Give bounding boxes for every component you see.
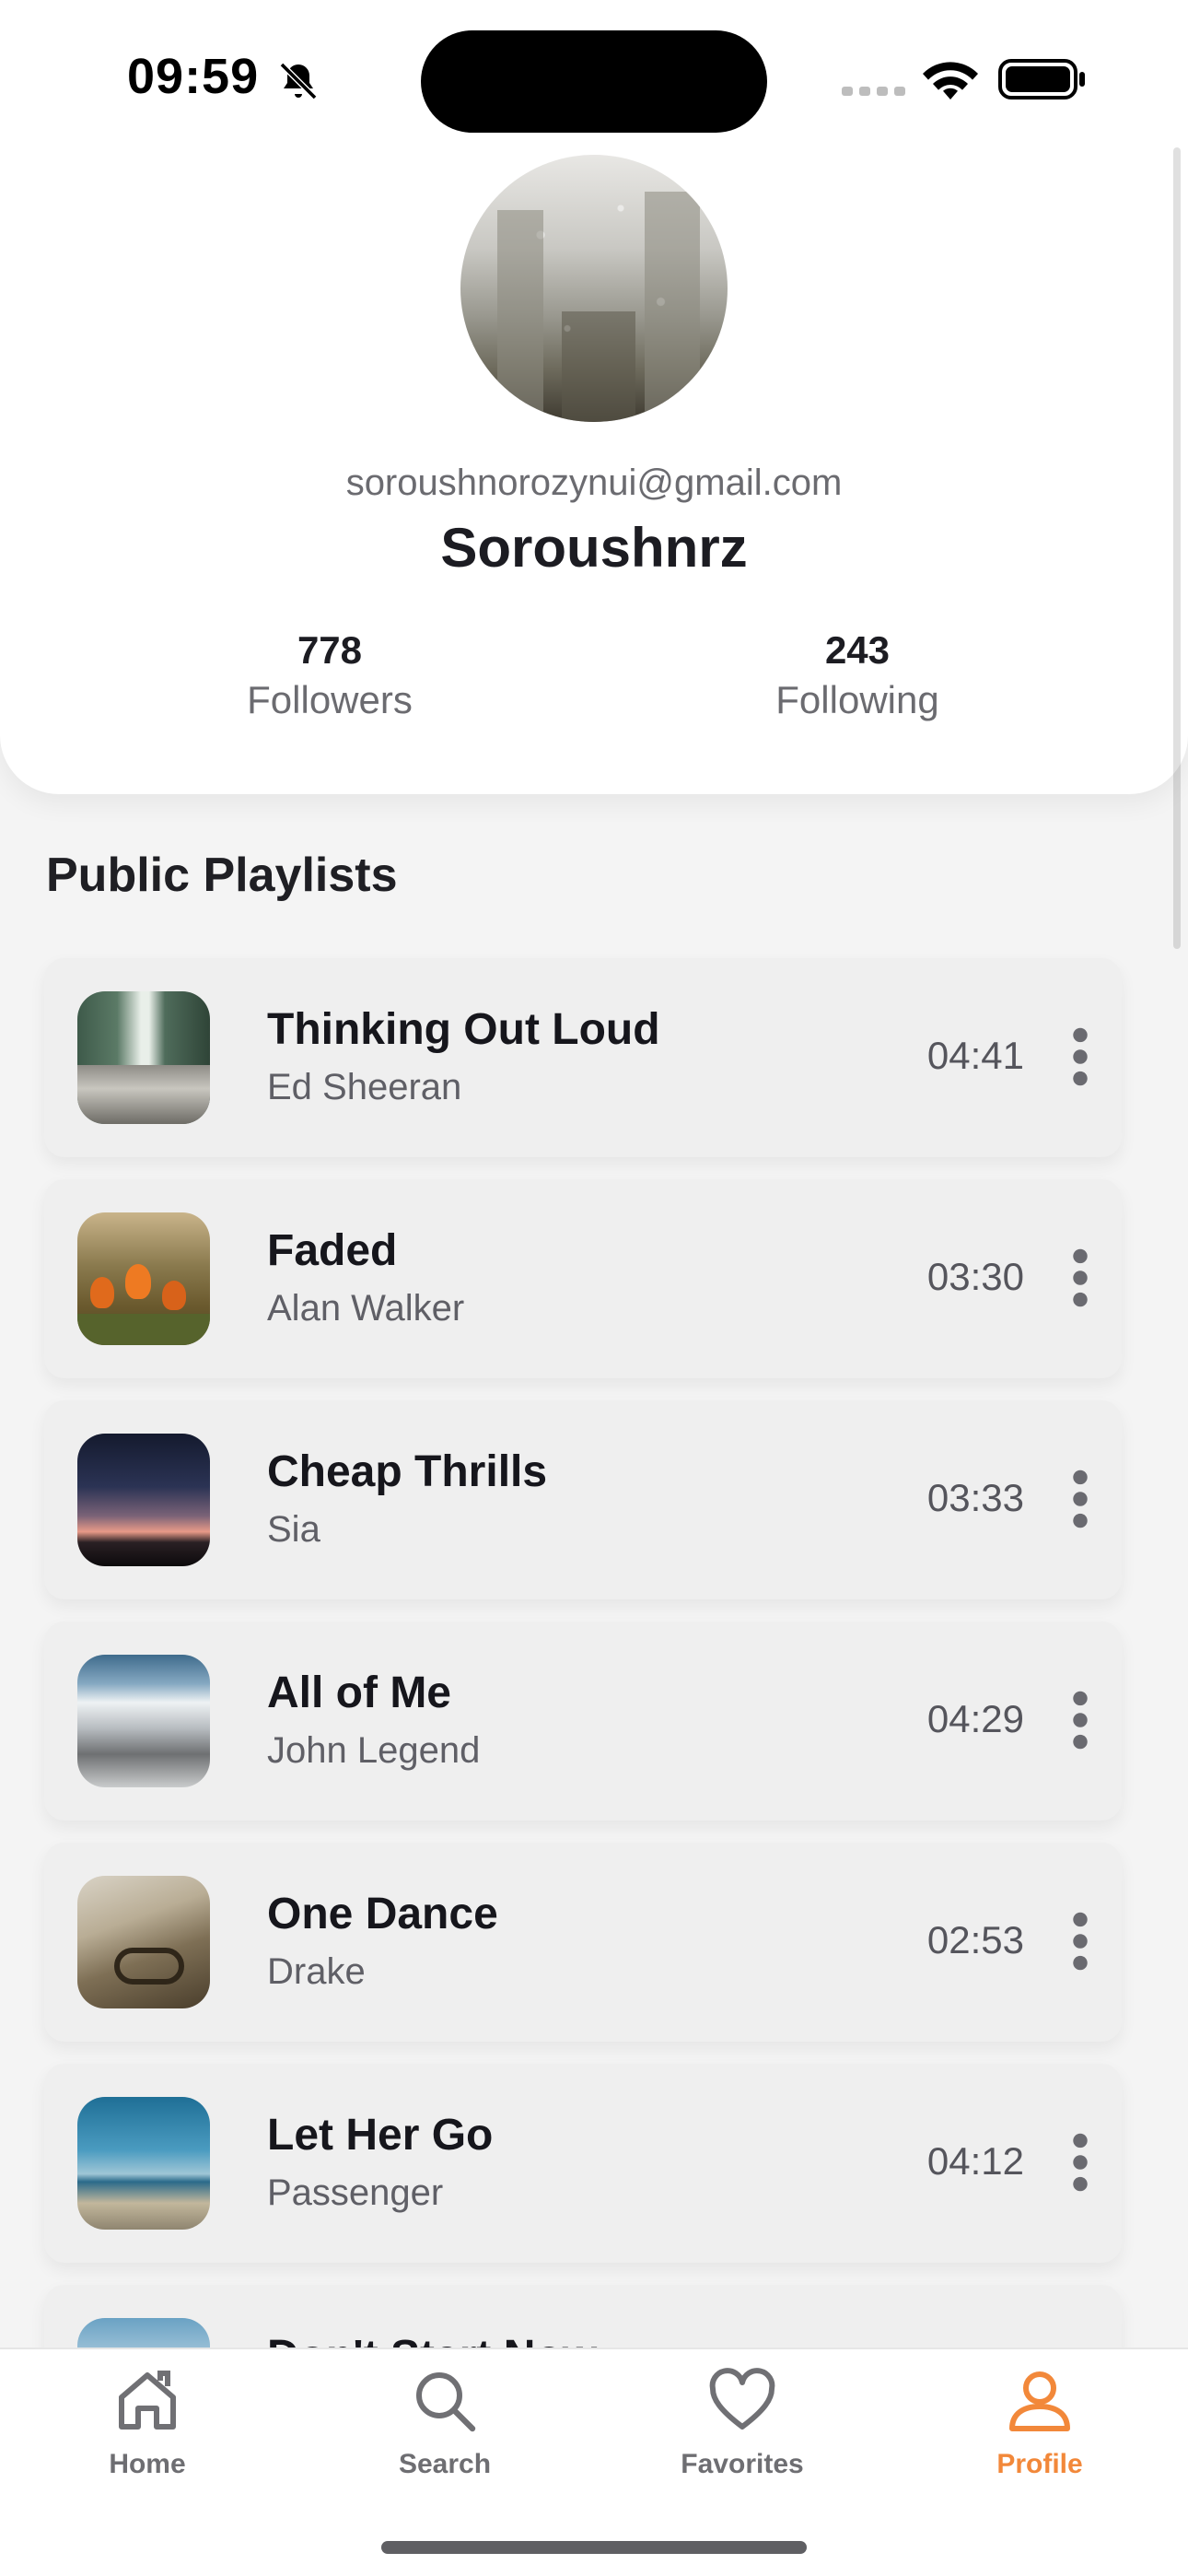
track-row[interactable]: Let Her Go Passenger 04:12 — [44, 2064, 1122, 2263]
track-title: Cheap Thrills — [267, 1447, 548, 1496]
track-thumbnail — [77, 1212, 210, 1345]
more-options-icon[interactable] — [1066, 1247, 1094, 1308]
bell-slash-icon — [279, 62, 318, 100]
nav-search[interactable]: Search — [353, 2364, 537, 2480]
nav-profile-label: Profile — [996, 2449, 1083, 2479]
track-row[interactable]: Cheap Thrills Sia 03:33 — [44, 1400, 1122, 1599]
nav-home[interactable]: Home — [55, 2364, 239, 2480]
home-indicator — [381, 2541, 807, 2554]
track-title: All of Me — [267, 1669, 451, 1717]
status-bar: 09:59 — [0, 0, 1188, 147]
track-title: One Dance — [267, 1890, 498, 1938]
more-options-icon[interactable] — [1066, 1690, 1094, 1751]
track-row[interactable]: One Dance Drake 02:53 — [44, 1843, 1122, 2042]
profile-name: Soroushnrz — [440, 517, 748, 579]
track-row[interactable]: Thinking Out Loud Ed Sheeran 04:41 — [44, 958, 1122, 1157]
track-duration: 03:33 — [926, 1476, 1024, 1519]
track-artist: Ed Sheeran — [267, 1067, 462, 1107]
track-artist: Passenger — [267, 2172, 444, 2213]
playlist-list: Thinking Out Loud Ed Sheeran 04:41 Faded… — [44, 958, 1122, 2506]
nav-favorites-label: Favorites — [681, 2449, 804, 2479]
track-artist: John Legend — [267, 1730, 481, 1771]
track-duration: 03:30 — [926, 1255, 1024, 1298]
track-thumbnail — [77, 2097, 210, 2230]
track-duration: 04:12 — [926, 2139, 1024, 2183]
more-options-icon[interactable] — [1066, 1026, 1094, 1087]
following-stat[interactable]: 243 Following — [673, 628, 1042, 722]
track-artist: Sia — [267, 1509, 320, 1550]
home-icon — [119, 2371, 176, 2430]
avatar[interactable] — [460, 155, 728, 422]
following-label: Following — [775, 678, 939, 721]
user-icon — [1009, 2371, 1070, 2431]
scrollbar[interactable] — [1173, 147, 1181, 949]
section-title: Public Playlists — [46, 849, 398, 902]
track-duration: 04:29 — [926, 1697, 1024, 1740]
battery-icon — [998, 59, 1085, 100]
search-icon — [416, 2372, 476, 2432]
nav-favorites[interactable]: Favorites — [650, 2364, 834, 2480]
track-thumbnail — [77, 991, 210, 1124]
profile-email: soroushnorozynui@gmail.com — [345, 463, 843, 503]
nav-profile[interactable]: Profile — [948, 2364, 1132, 2480]
heart-icon — [709, 2368, 775, 2430]
track-duration: 04:41 — [926, 1034, 1024, 1077]
nav-home-label: Home — [109, 2449, 186, 2479]
track-thumbnail — [77, 1655, 210, 1787]
track-title: Thinking Out Loud — [267, 1005, 660, 1054]
more-options-icon[interactable] — [1066, 1469, 1094, 1529]
more-options-icon[interactable] — [1066, 1911, 1094, 1972]
track-row[interactable]: Faded Alan Walker 03:30 — [44, 1179, 1122, 1378]
track-thumbnail — [77, 1876, 210, 2008]
track-row[interactable]: All of Me John Legend 04:29 — [44, 1622, 1122, 1821]
nav-search-label: Search — [398, 2449, 492, 2479]
track-artist: Alan Walker — [267, 1288, 465, 1329]
wifi-icon — [923, 62, 978, 100]
status-time: 09:59 — [127, 49, 260, 104]
following-count: 243 — [824, 628, 891, 672]
followers-stat[interactable]: 778 Followers — [146, 628, 514, 722]
dynamic-island — [421, 30, 767, 133]
track-thumbnail — [77, 1434, 210, 1566]
track-duration: 02:53 — [926, 1918, 1024, 1961]
track-artist: Drake — [267, 1951, 366, 1992]
followers-count: 778 — [297, 628, 363, 672]
followers-label: Followers — [247, 678, 413, 721]
track-title: Faded — [267, 1226, 398, 1275]
track-title: Let Her Go — [267, 2111, 494, 2160]
more-options-icon[interactable] — [1066, 2132, 1094, 2193]
cellular-signal-icon — [842, 87, 905, 96]
